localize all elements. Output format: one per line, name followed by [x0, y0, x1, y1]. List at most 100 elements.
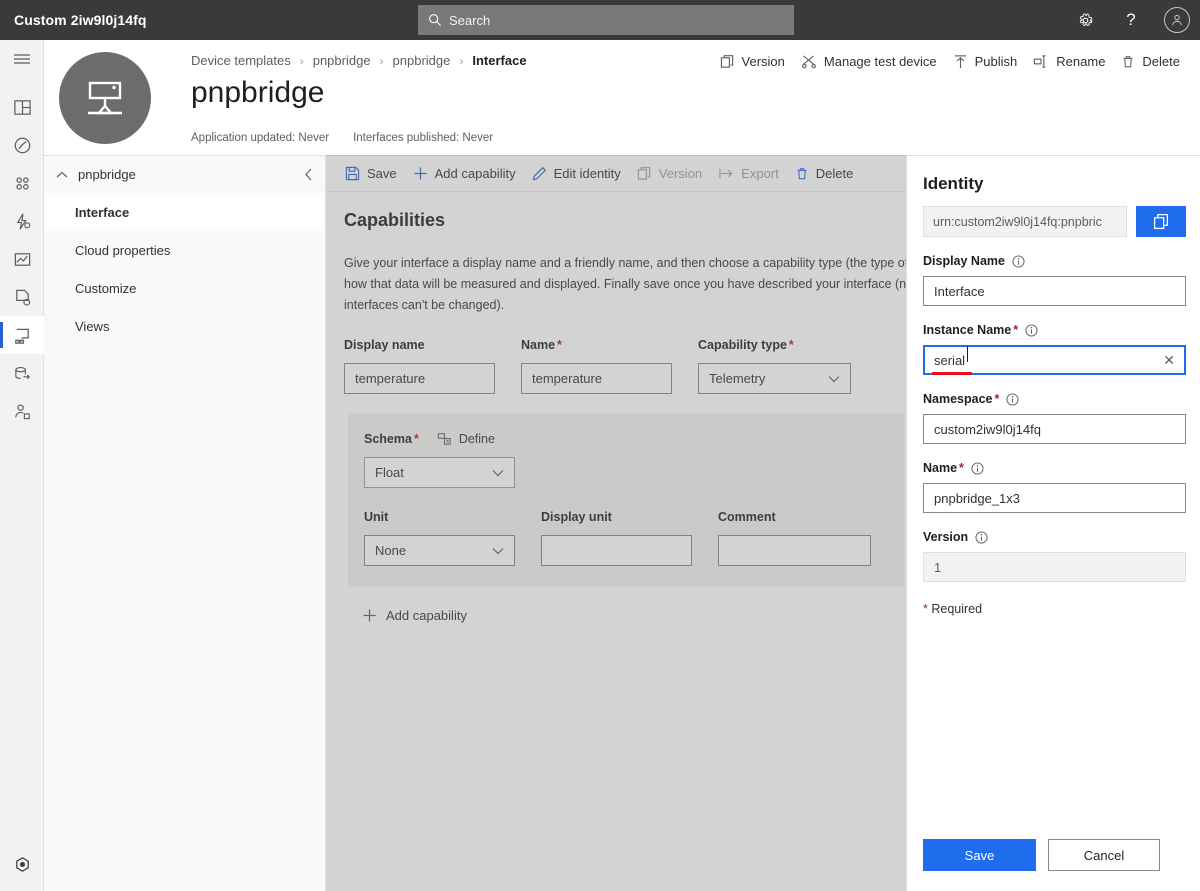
unit-select[interactable]: None: [364, 535, 515, 566]
rules-icon[interactable]: [0, 240, 44, 278]
save-label: Save: [367, 166, 397, 181]
comment-input[interactable]: [718, 535, 871, 566]
jobs-icon[interactable]: [0, 278, 44, 316]
device-groups-icon[interactable]: [0, 202, 44, 240]
breadcrumb-item-2[interactable]: pnpbridge: [393, 53, 451, 68]
name-input[interactable]: pnpbridge_1x3: [923, 483, 1186, 513]
search-input[interactable]: Search: [418, 5, 794, 35]
devices-icon[interactable]: [0, 164, 44, 202]
sidebar-item-cloud-properties[interactable]: Cloud properties: [44, 231, 325, 269]
instance-name-input[interactable]: serial ✕: [923, 345, 1186, 375]
topbar-actions: ?: [1062, 0, 1200, 40]
section-title: Capabilities: [344, 210, 446, 230]
gear-icon[interactable]: [1062, 0, 1108, 40]
required-asterisk: *: [413, 432, 419, 446]
add-capability-button[interactable]: Add capability: [406, 162, 523, 185]
instance-name-label: Instance Name *: [923, 323, 1186, 337]
sidebar-group-header[interactable]: pnpbridge: [44, 156, 325, 193]
app-preview-icon[interactable]: [0, 845, 44, 883]
close-icon[interactable]: ✕: [1163, 352, 1175, 369]
capability-type-label: Capability type *: [698, 338, 794, 352]
hamburger-menu-icon[interactable]: [0, 40, 44, 78]
publish-button[interactable]: Publish: [945, 50, 1026, 73]
instance-name-field: Instance Name * serial ✕: [923, 323, 1186, 375]
breadcrumb-item-3: Interface: [472, 53, 527, 68]
chevron-down-icon: [492, 469, 504, 477]
required-asterisk: *: [959, 461, 964, 475]
version-button: Version: [630, 162, 709, 185]
version-label: Version: [741, 54, 785, 69]
save-button[interactable]: Save: [923, 839, 1036, 871]
panel-title: Identity: [923, 174, 984, 193]
edit-identity-button[interactable]: Edit identity: [525, 162, 628, 185]
save-button[interactable]: Save: [338, 162, 404, 185]
publish-label: Publish: [974, 54, 1018, 69]
display-unit-input[interactable]: [541, 535, 692, 566]
unit-value: None: [375, 543, 407, 558]
name-label: Name *: [521, 338, 562, 352]
manage-test-device-button[interactable]: Manage test device: [793, 50, 945, 73]
capability-type-select[interactable]: Telemetry: [698, 363, 851, 394]
info-icon[interactable]: [975, 530, 988, 544]
app-brand-title: Custom 2iw9l0j14fq: [14, 12, 147, 28]
cancel-button[interactable]: Cancel: [1048, 839, 1160, 871]
left-rail: [0, 40, 44, 891]
delete-label: Delete: [815, 166, 854, 181]
namespace-input[interactable]: custom2iw9l0j14fq: [923, 414, 1186, 444]
display-name-field: Display name temperature: [344, 338, 495, 394]
namespace-field: Namespace * custom2iw9l0j14fq: [923, 392, 1186, 444]
rename-icon: [1033, 54, 1049, 69]
question-mark-icon[interactable]: ?: [1108, 0, 1154, 40]
info-icon[interactable]: [1006, 392, 1019, 406]
display-name-field: Display Name Interface: [923, 254, 1186, 306]
administration-icon[interactable]: [0, 392, 44, 430]
rename-button[interactable]: Rename: [1025, 50, 1113, 73]
comment-field: Comment: [718, 510, 871, 566]
template-header: Device templates › pnpbridge › pnpbridge…: [44, 40, 1200, 155]
add-capability-link[interactable]: Add capability: [362, 608, 512, 623]
export-arrow-icon: [718, 166, 734, 181]
breadcrumb-item-0[interactable]: Device templates: [191, 53, 291, 68]
data-export-icon[interactable]: [0, 354, 44, 392]
sidebar-item-customize[interactable]: Customize: [44, 269, 325, 307]
info-icon[interactable]: [1012, 254, 1025, 268]
plus-icon: [362, 608, 377, 623]
define-schema-button[interactable]: Define: [437, 432, 495, 446]
chevron-left-icon[interactable]: [304, 168, 313, 181]
copy-button[interactable]: [1136, 206, 1186, 237]
test-device-icon: [801, 54, 817, 69]
delete-button[interactable]: Delete: [1113, 50, 1188, 73]
name-field: Name * temperature: [521, 338, 672, 394]
info-icon[interactable]: [971, 461, 984, 475]
search-icon: [428, 13, 442, 27]
device-template-icon: [59, 52, 151, 144]
sidebar-item-device-templates[interactable]: [0, 316, 44, 354]
info-icon[interactable]: [1025, 323, 1038, 337]
name-input[interactable]: temperature: [521, 363, 672, 394]
display-name-label: Display Name: [923, 254, 1186, 268]
add-capability-link-label: Add capability: [386, 608, 467, 623]
search-placeholder: Search: [449, 12, 491, 28]
breadcrumb: Device templates › pnpbridge › pnpbridge…: [191, 53, 527, 68]
analytics-icon[interactable]: [0, 126, 44, 164]
breadcrumb-item-1[interactable]: pnpbridge: [313, 53, 371, 68]
version-button[interactable]: Version: [712, 50, 793, 73]
sidebar-item-interface[interactable]: Interface: [44, 193, 325, 231]
capability-type-value: Telemetry: [709, 371, 766, 386]
delete-button[interactable]: Delete: [788, 162, 861, 185]
display-name-input[interactable]: Interface: [923, 276, 1186, 306]
avatar[interactable]: [1154, 0, 1200, 40]
unit-label: Unit: [364, 510, 389, 524]
define-label: Define: [458, 432, 495, 446]
manage-test-device-label: Manage test device: [823, 54, 937, 69]
display-unit-label: Display unit: [541, 510, 612, 524]
copy-icon: [1153, 213, 1170, 230]
namespace-label: Namespace *: [923, 392, 1186, 406]
capability-row: Display name temperature Name * temperatu…: [344, 338, 906, 394]
display-name-input[interactable]: temperature: [344, 363, 495, 394]
schema-section: Schema * Define Float Unit None Display …: [348, 414, 904, 586]
schema-select[interactable]: Float: [364, 457, 515, 488]
sidebar-item-views[interactable]: Views: [44, 307, 325, 345]
template-meta: Application updated: Never Interfaces pu…: [191, 132, 493, 144]
dashboard-icon[interactable]: [0, 88, 44, 126]
